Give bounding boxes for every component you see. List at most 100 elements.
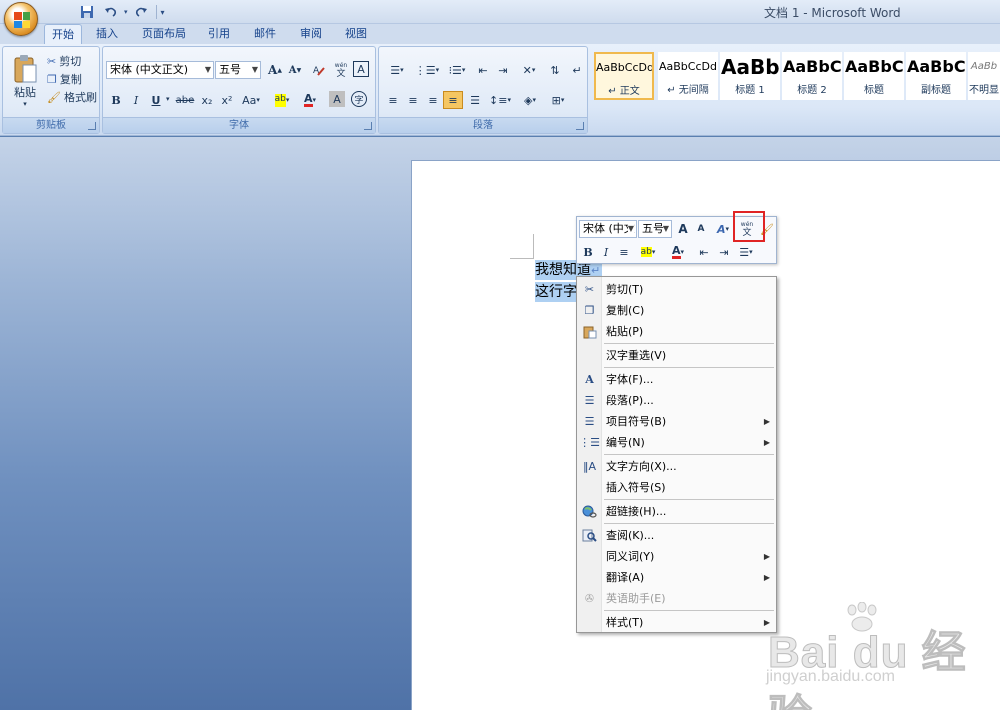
char-border-button[interactable]: A xyxy=(353,61,369,77)
menu-item-numbering[interactable]: ⋮☰ 编号(N) ▶ xyxy=(577,432,776,453)
mini-italic-button[interactable]: I xyxy=(597,243,615,261)
phonetic-guide-button[interactable]: wén 文 xyxy=(331,61,351,79)
borders-button[interactable]: ⊞ ▾ xyxy=(545,91,571,109)
menu-item-styles[interactable]: 样式(T) ▶ xyxy=(577,612,776,633)
subscript-button[interactable]: x₂ xyxy=(197,91,217,109)
grow-font-button[interactable]: A ▲ xyxy=(265,61,285,79)
text-direction-icon: ‖A xyxy=(582,460,597,473)
align-center-icon[interactable]: ≡ xyxy=(403,91,423,109)
distributed-icon[interactable]: ☰ xyxy=(465,91,485,109)
change-case-label: Aa xyxy=(242,93,257,107)
underline-button[interactable]: U xyxy=(146,91,166,109)
menu-item-synonyms[interactable]: 同义词(Y) ▶ xyxy=(577,546,776,567)
change-case-button[interactable]: Aa ▾ xyxy=(239,91,263,109)
multilevel-list-button[interactable]: ⁝☰ ▾ xyxy=(443,61,471,79)
cut-button[interactable]: ✂ 剪切 xyxy=(47,53,81,69)
highlight-icon: ab xyxy=(640,247,652,257)
enclose-char-button[interactable]: 字 xyxy=(351,91,367,107)
chinese-layout-button[interactable]: ✕ ▾ xyxy=(515,61,543,79)
tab-review[interactable]: 审阅 xyxy=(292,24,330,44)
menu-item-label: 段落(P)... xyxy=(606,394,654,407)
paragraph-launcher-icon[interactable] xyxy=(576,122,584,130)
menu-item-lookup[interactable]: 查阅(K)... xyxy=(577,525,776,546)
menu-item-hyperlink[interactable]: 超链接(H)... xyxy=(577,501,776,522)
menu-item-text-direction[interactable]: ‖A 文字方向(X)... xyxy=(577,456,776,477)
align-left-icon[interactable]: ≡ xyxy=(383,91,403,109)
mini-shrink-font-button[interactable]: A xyxy=(692,220,710,238)
superscript-button[interactable]: x² xyxy=(217,91,237,109)
menu-item-cut[interactable]: ✂ 剪切(T) xyxy=(577,279,776,300)
mini-increase-indent-icon[interactable]: ⇥ xyxy=(715,243,733,261)
customize-dropdown-icon[interactable]: ▾ xyxy=(161,8,165,17)
tab-mailings[interactable]: 邮件 xyxy=(246,24,284,44)
save-icon[interactable] xyxy=(76,3,98,21)
mini-bullets-button[interactable]: ☰ ▾ xyxy=(733,243,759,261)
undo-icon[interactable] xyxy=(100,3,122,21)
justify-icon[interactable]: ≡ xyxy=(443,91,463,109)
menu-item-label: 翻译(A) xyxy=(606,571,645,584)
show-marks-icon[interactable]: ↵ xyxy=(567,61,587,79)
italic-button[interactable]: I xyxy=(126,91,146,109)
font-size-combo[interactable]: 五号 ▼ xyxy=(215,61,261,79)
style-no-spacing[interactable]: AaBbCcDd ↵ 无间隔 xyxy=(658,52,718,100)
style-heading-2[interactable]: AaBbC 标题 2 xyxy=(782,52,842,100)
font-color-button[interactable]: A ▾ xyxy=(297,91,323,109)
document-line[interactable]: 这行字 xyxy=(535,282,579,302)
style-normal[interactable]: AaBbCcDd ↵ 正文 xyxy=(594,52,654,100)
menu-item-copy[interactable]: ❐ 复制(C) xyxy=(577,300,776,321)
strikethrough-button[interactable]: abe xyxy=(175,91,195,109)
decrease-indent-icon[interactable]: ⇤ xyxy=(473,61,493,79)
mini-center-icon[interactable]: ≡ xyxy=(615,243,633,261)
char-shading-button[interactable]: A xyxy=(329,91,345,107)
bullets-button[interactable]: ☰ ▾ xyxy=(383,61,411,79)
style-heading-1[interactable]: AaBb 标题 1 xyxy=(720,52,780,100)
menu-item-bullets[interactable]: ☰ 项目符号(B) ▶ xyxy=(577,411,776,432)
window-title: 文档 1 - Microsoft Word xyxy=(764,6,901,20)
clear-format-icon[interactable]: A xyxy=(309,61,329,79)
tab-home[interactable]: 开始 xyxy=(44,24,82,44)
shading-button[interactable]: ◈ ▾ xyxy=(517,91,543,109)
mini-font-color-button[interactable]: A ▾ xyxy=(665,243,691,261)
menu-item-insert-symbol[interactable]: 插入符号(S) xyxy=(577,477,776,498)
mini-font-size-combo[interactable]: 五号 ▼ xyxy=(638,220,672,238)
office-button[interactable] xyxy=(4,2,38,36)
highlight-button[interactable]: ab ▾ xyxy=(269,91,295,109)
increase-indent-icon[interactable]: ⇥ xyxy=(493,61,513,79)
tab-view[interactable]: 视图 xyxy=(337,24,375,44)
tab-references[interactable]: 引用 xyxy=(200,24,238,44)
numbering-button[interactable]: ⋮☰ ▾ xyxy=(413,61,441,79)
clipboard-launcher-icon[interactable] xyxy=(88,122,96,130)
font-launcher-icon[interactable] xyxy=(364,122,372,130)
menu-item-font[interactable]: A 字体(F)... xyxy=(577,369,776,390)
undo-dropdown-icon[interactable]: ▾ xyxy=(124,8,128,16)
shrink-font-button[interactable]: A ▼ xyxy=(285,61,305,79)
underline-dropdown-icon[interactable]: ▾ xyxy=(166,95,170,103)
menu-item-paste[interactable]: 粘贴(P) xyxy=(577,321,776,342)
tab-page-layout[interactable]: 页面布局 xyxy=(136,24,192,44)
style-title[interactable]: AaBbC 标题 xyxy=(844,52,904,100)
bold-button[interactable]: B xyxy=(106,91,126,109)
mini-styles-button[interactable]: A ▾ xyxy=(712,220,734,238)
menu-item-reconvert[interactable]: 汉字重选(V) xyxy=(577,345,776,366)
style-subtitle[interactable]: AaBbC 副标题 xyxy=(906,52,966,100)
menu-separator xyxy=(604,523,774,524)
paste-button[interactable]: 粘贴 ▾ xyxy=(7,51,43,111)
redo-icon[interactable] xyxy=(130,3,152,21)
font-name-combo[interactable]: 宋体 (中文正文) ▼ xyxy=(106,61,214,79)
format-painter-button[interactable]: 🖌 格式刷 xyxy=(47,89,97,105)
copy-button[interactable]: ❐ 复制 xyxy=(47,71,82,87)
mini-decrease-indent-icon[interactable]: ⇤ xyxy=(695,243,713,261)
line-spacing-button[interactable]: ↕≡ ▾ xyxy=(487,91,513,109)
mini-grow-font-button[interactable]: A xyxy=(674,220,692,238)
english-assistant-icon: ✇ xyxy=(584,592,595,605)
menu-item-translate[interactable]: 翻译(A) ▶ xyxy=(577,567,776,588)
mini-bold-button[interactable]: B xyxy=(579,243,597,261)
tab-insert[interactable]: 插入 xyxy=(88,24,126,44)
sort-icon[interactable]: ⇅ xyxy=(545,61,565,79)
mini-font-name-combo[interactable]: 宋体 (中文 ▼ xyxy=(579,220,637,238)
mini-highlight-button[interactable]: ab ▾ xyxy=(635,243,661,261)
style-subtle[interactable]: AaBb 不明显 xyxy=(968,52,1000,100)
paste-dropdown-icon[interactable]: ▾ xyxy=(23,100,27,108)
align-right-icon[interactable]: ≡ xyxy=(423,91,443,109)
menu-item-paragraph[interactable]: ☰ 段落(P)... xyxy=(577,390,776,411)
